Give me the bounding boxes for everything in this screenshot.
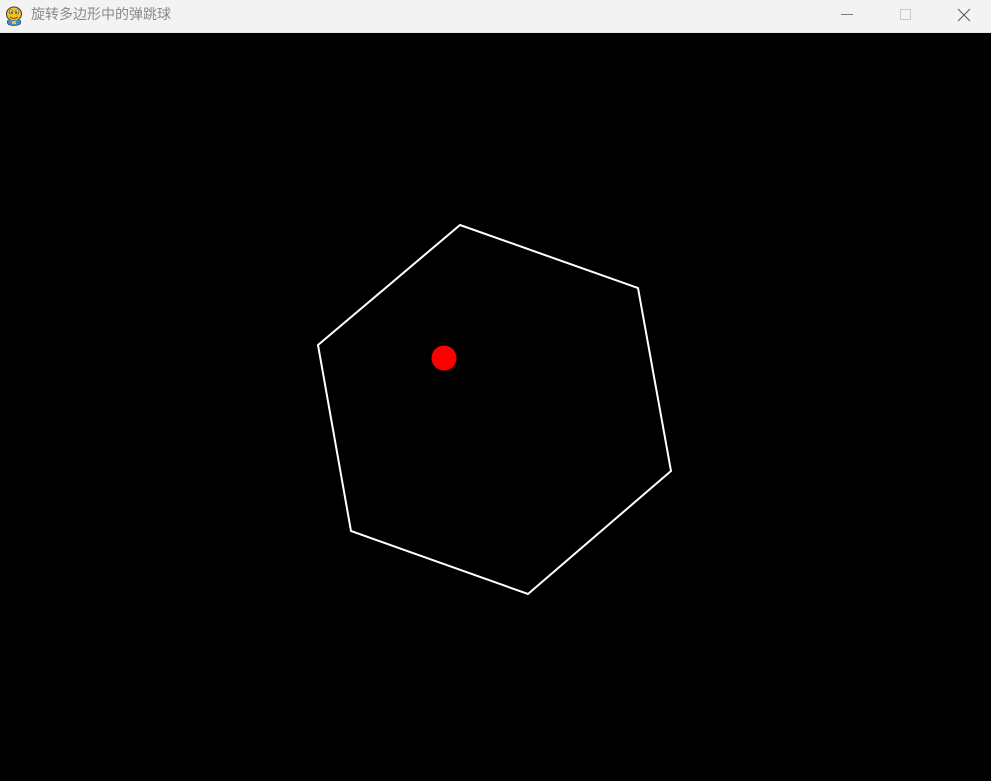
rotating-hexagon xyxy=(316,223,673,596)
app-window: 旋转多边形中的弹跳球 xyxy=(0,0,991,781)
pygame-snake-icon xyxy=(4,5,24,27)
window-title: 旋转多边形中的弹跳球 xyxy=(31,7,171,23)
close-icon xyxy=(957,8,971,22)
maximize-button[interactable] xyxy=(876,0,934,32)
maximize-icon xyxy=(900,9,911,20)
scene-drawing xyxy=(316,223,673,596)
minimize-button[interactable] xyxy=(818,0,876,32)
close-button[interactable] xyxy=(934,0,991,32)
title-bar[interactable]: 旋转多边形中的弹跳球 xyxy=(0,0,991,33)
bouncing-ball xyxy=(431,345,457,371)
minimize-icon xyxy=(841,14,853,15)
game-canvas[interactable] xyxy=(0,33,991,781)
